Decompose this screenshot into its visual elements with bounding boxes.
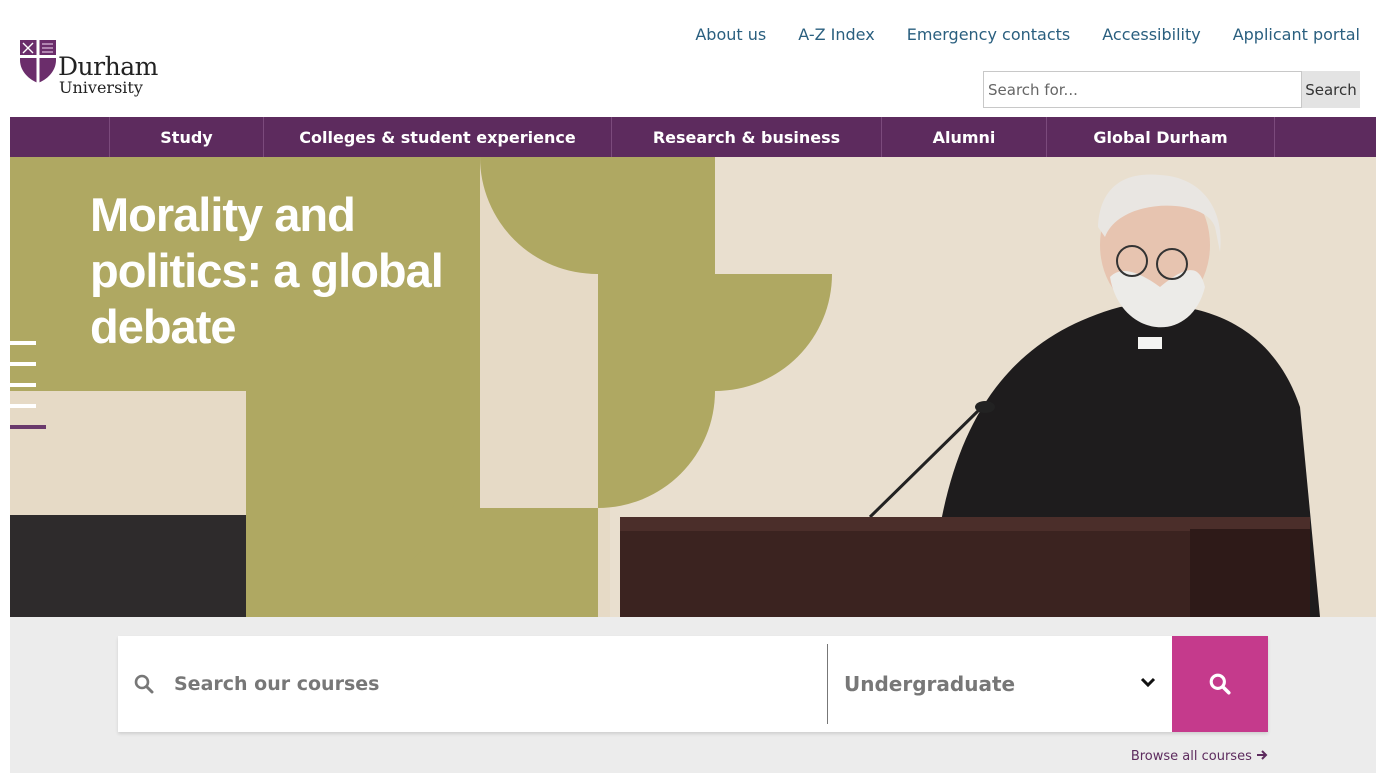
course-search-band: Search our courses Undergraduate Browse … [10, 617, 1376, 773]
logo-wordmark: Durham [58, 52, 158, 81]
course-level-select[interactable]: Undergraduate [844, 636, 1015, 732]
site-search: Search [983, 71, 1360, 108]
main-nav: Study Colleges & student experience Rese… [10, 117, 1376, 157]
site-search-button[interactable]: Search [1302, 71, 1360, 108]
hero-indicator-bar[interactable] [10, 404, 36, 408]
arrow-right-icon [1257, 750, 1268, 760]
search-icon [134, 674, 154, 694]
main-nav-alumni[interactable]: Alumni [881, 117, 1046, 157]
main-nav-spacer [10, 117, 109, 157]
course-search-box: Search our courses Undergraduate [118, 636, 1268, 732]
search-icon [1209, 673, 1231, 695]
util-link-emergency-contacts[interactable]: Emergency contacts [907, 24, 1071, 46]
browse-all-courses-link[interactable]: Browse all courses [1131, 749, 1268, 765]
main-nav-research[interactable]: Research & business [611, 117, 881, 157]
hero-title: Morality and politics: a global debate [90, 188, 444, 353]
chevron-down-icon[interactable] [1140, 676, 1156, 688]
hero-indicator-bar[interactable] [10, 383, 36, 387]
durham-shield-icon [20, 40, 56, 83]
hero-indicator-active[interactable] [10, 425, 46, 429]
hero-banner[interactable]: Morality and politics: a global debate [10, 157, 1376, 617]
main-nav-colleges[interactable]: Colleges & student experience [263, 117, 611, 157]
util-link-accessibility[interactable]: Accessibility [1102, 24, 1200, 46]
divider [827, 644, 828, 724]
browse-all-courses-label: Browse all courses [1130, 749, 1252, 764]
hero-indicator-bar[interactable] [10, 362, 36, 366]
util-link-az-index[interactable]: A-Z Index [798, 24, 874, 46]
util-link-about[interactable]: About us [695, 24, 766, 46]
hero-slide-indicator[interactable] [10, 341, 46, 431]
hero-indicator-bar[interactable] [10, 341, 36, 345]
main-nav-global-durham[interactable]: Global Durham [1046, 117, 1275, 157]
logo-subtitle: University [59, 78, 143, 97]
site-search-input[interactable] [983, 71, 1302, 108]
university-logo[interactable]: Durham University [18, 38, 168, 102]
utility-nav: About us A-Z Index Emergency contacts Ac… [695, 24, 1360, 46]
course-search-button[interactable] [1172, 636, 1268, 732]
util-link-applicant-portal[interactable]: Applicant portal [1233, 24, 1360, 46]
course-search-input[interactable]: Search our courses [174, 636, 814, 732]
main-nav-study[interactable]: Study [109, 117, 263, 157]
